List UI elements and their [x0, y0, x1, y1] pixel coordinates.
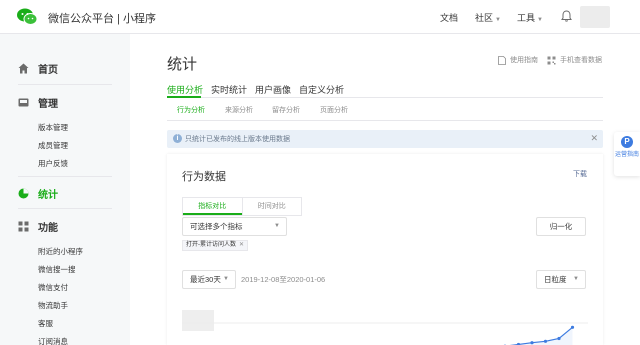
grid-icon [18, 221, 29, 232]
nav-tools[interactable]: 工具 ▼ [517, 11, 543, 24]
tab-realtime-stats[interactable]: 实时统计 [211, 83, 247, 96]
guide-p-icon: P [621, 136, 633, 148]
selected-metric-chip[interactable]: 打开-累计访问人数 ✕ [182, 240, 249, 251]
divider [18, 84, 112, 85]
chevron-down-icon: ▼ [223, 276, 229, 282]
sidebar-subitem-logistics[interactable]: 物流助手 [38, 300, 68, 311]
chart-legend-placeholder [182, 310, 214, 331]
sidebar-subitem-version[interactable]: 版本管理 [38, 122, 68, 133]
segment-metric-compare[interactable]: 指标对比 [183, 198, 242, 215]
divider [18, 176, 112, 177]
info-icon: i [173, 134, 182, 143]
date-range-text: 2019-12-08至2020-01-06 [241, 275, 326, 284]
wechat-logo-icon[interactable] [16, 8, 38, 26]
metric-select-value: 可选择多个指标 [190, 222, 243, 231]
sidebar-subitem-members[interactable]: 成员管理 [38, 140, 68, 151]
subtabs-divider [167, 120, 603, 121]
granularity-select-value: 日粒度 [544, 275, 567, 284]
segment-time-compare[interactable]: 时间对比 [241, 198, 302, 215]
operation-guide-float[interactable]: P 运营指南 [614, 132, 640, 176]
range-select-value: 最近30天 [190, 275, 221, 284]
sidebar-subitem-feedback[interactable]: 用户反馈 [38, 158, 68, 169]
guide-link[interactable]: 使用指南 [498, 55, 538, 65]
inbox-icon [18, 98, 29, 107]
chart-series-line [509, 326, 573, 345]
chart-point[interactable] [570, 325, 575, 329]
granularity-select[interactable]: 日粒度 ▼ [536, 270, 586, 289]
sidebar-item-stats[interactable]: 统计 [18, 186, 58, 201]
subtab-page[interactable]: 页面分析 [320, 105, 348, 115]
sidebar-subitem-subscribe[interactable]: 订阅消息 [38, 336, 68, 345]
sidebar-item-manage[interactable]: 管理 [18, 95, 58, 110]
chevron-down-icon: ▼ [274, 223, 280, 229]
download-link[interactable]: 下载 [573, 169, 587, 179]
tabs-divider [167, 97, 603, 98]
chart-point[interactable] [530, 341, 534, 345]
behavior-data-card: 行为数据 下载 指标对比 时间对比 可选择多个指标 ▼ 打开-累计访问人数 ✕ 归… [167, 154, 603, 345]
mobile-data-link[interactable]: 手机查看数据 [547, 55, 602, 65]
top-bar: 微信公众平台 | 小程序 文档 社区 ▼ 工具 ▼ [0, 0, 640, 34]
sidebar-subitem-nearby[interactable]: 附近的小程序 [38, 246, 83, 257]
home-icon [18, 63, 29, 74]
subtab-retention[interactable]: 留存分析 [272, 105, 300, 115]
compare-segmented-control: 指标对比 时间对比 [182, 197, 302, 216]
tab-usage-analysis[interactable]: 使用分析 [167, 83, 203, 96]
nav-tools-label: 工具 [517, 13, 536, 23]
chevron-down-icon: ▼ [495, 17, 501, 23]
sidebar-subitem-service[interactable]: 客服 [38, 318, 53, 329]
chip-label: 打开-累计访问人数 [186, 242, 236, 248]
metric-select[interactable]: 可选择多个指标 ▼ [182, 217, 287, 236]
active-tab-indicator [167, 96, 201, 98]
chart-point[interactable] [557, 336, 561, 341]
sidebar-item-label: 管理 [38, 99, 58, 110]
normalize-button[interactable]: 归一化 [536, 217, 586, 236]
sidebar-subitem-pay[interactable]: 微信支付 [38, 282, 68, 293]
notice-text: 只统计已发布的线上版本使用数据 [185, 136, 290, 143]
mobile-data-link-label: 手机查看数据 [560, 57, 602, 64]
guide-link-label: 使用指南 [510, 57, 538, 64]
document-icon [498, 55, 506, 65]
subtab-behavior[interactable]: 行为分析 [177, 105, 205, 115]
bell-icon[interactable] [561, 10, 572, 22]
guide-float-label: 运营指南 [614, 152, 639, 158]
nav-community[interactable]: 社区 ▼ [475, 11, 501, 24]
chevron-down-icon: ▼ [573, 276, 579, 282]
sidebar-item-label: 首页 [38, 65, 58, 76]
chevron-down-icon: ▼ [537, 17, 543, 23]
notice-bar: i 只统计已发布的线上版本使用数据 ✕ [167, 130, 603, 148]
nav-docs-label: 文档 [440, 13, 459, 23]
tab-user-profile[interactable]: 用户画像 [255, 83, 291, 96]
sidebar-item-label: 统计 [38, 190, 58, 201]
avatar[interactable] [580, 6, 610, 28]
tab-custom-analysis[interactable]: 自定义分析 [299, 83, 344, 96]
chart-point[interactable] [543, 339, 548, 343]
card-title: 行为数据 [182, 171, 226, 183]
chart-area-fill [514, 327, 573, 345]
nav-docs[interactable]: 文档 [440, 11, 458, 24]
qrcode-icon [547, 56, 556, 64]
close-icon[interactable]: ✕ [239, 242, 244, 248]
sidebar-item-label: 功能 [38, 223, 58, 234]
page-title: 统计 [167, 56, 198, 73]
pie-chart-icon [18, 188, 29, 199]
sidebar-item-home[interactable]: 首页 [18, 61, 58, 76]
sidebar-subitem-search[interactable]: 微信搜一搜 [38, 264, 76, 275]
nav-community-label: 社区 [475, 13, 494, 23]
divider [18, 208, 112, 209]
sidebar-item-features[interactable]: 功能 [18, 219, 58, 234]
close-icon[interactable]: ✕ [590, 133, 598, 144]
brand-title[interactable]: 微信公众平台 | 小程序 [48, 10, 156, 26]
range-select[interactable]: 最近30天 ▼ [182, 270, 236, 289]
subtab-source[interactable]: 来源分析 [225, 105, 253, 115]
